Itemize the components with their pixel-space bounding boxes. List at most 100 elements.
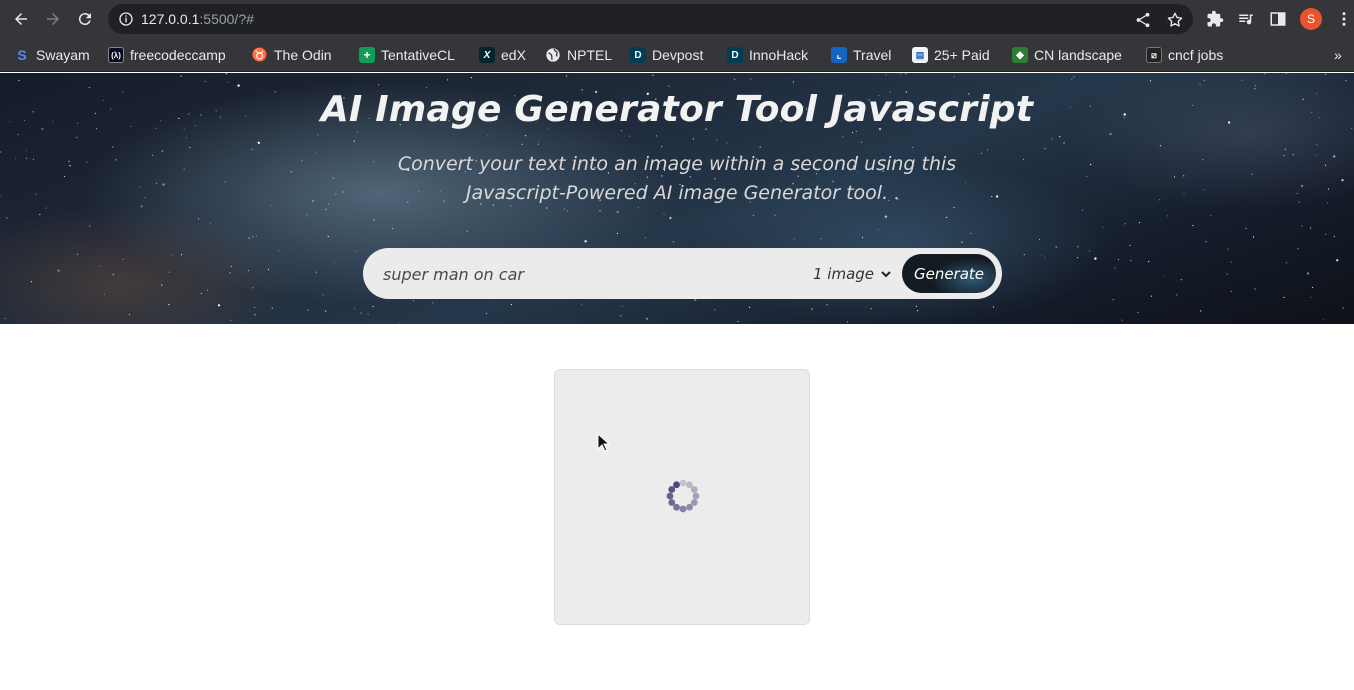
bookmark-edx[interactable]: X edX: [479, 44, 526, 66]
share-icon[interactable]: [1134, 11, 1152, 29]
bookmark-devpost[interactable]: D Devpost: [630, 44, 703, 66]
star: [1254, 85, 1256, 87]
star: [1180, 279, 1182, 281]
star: [970, 232, 972, 234]
star: [644, 237, 647, 239]
reload-button[interactable]: [72, 7, 98, 31]
star: [1283, 296, 1285, 298]
url-text[interactable]: 127.0.0.1:5500/?#: [141, 11, 254, 27]
star: [1324, 164, 1327, 166]
star: [734, 78, 736, 80]
star: [1086, 175, 1088, 177]
star: [1176, 294, 1178, 296]
star: [1333, 235, 1335, 238]
url-host: 127.0.0.1: [141, 11, 200, 27]
address-bar[interactable]: 127.0.0.1:5500/?#: [108, 4, 1193, 34]
star: [1159, 199, 1161, 201]
media-controls-button[interactable]: [1236, 9, 1256, 29]
star: [200, 292, 202, 295]
star: [1137, 311, 1139, 313]
star: [252, 236, 254, 238]
bookmark-label: TentativeCL: [381, 47, 455, 63]
star: [1192, 224, 1194, 227]
image-count-select[interactable]: 1 image: [813, 262, 892, 286]
star: [315, 271, 317, 273]
star: [112, 146, 114, 148]
bookmark-tentativecl[interactable]: + TentativeCL: [359, 44, 455, 66]
star: [616, 232, 619, 235]
star: [332, 177, 334, 179]
star: [620, 315, 622, 317]
star: [152, 154, 154, 156]
star: [224, 181, 226, 183]
bookmark-innohack[interactable]: D InnoHack: [727, 44, 808, 66]
loading-spinner-icon: [666, 479, 700, 513]
more-bookmarks-icon[interactable]: »: [1334, 47, 1342, 63]
bookmark-cncf-jobs[interactable]: ⧄ cncf jobs: [1146, 44, 1223, 66]
star: [168, 271, 170, 273]
star: [1077, 246, 1079, 248]
star: [278, 250, 280, 252]
star: [953, 76, 955, 78]
star: [378, 84, 380, 86]
bookmark-cn-landscape[interactable]: ◆ CN landscape: [1012, 44, 1122, 66]
side-panel-button[interactable]: [1268, 9, 1288, 29]
profile-avatar[interactable]: S: [1300, 8, 1322, 30]
generate-form: 1 image Generate: [363, 248, 1002, 299]
bookmark-the-odin[interactable]: ♉ The Odin: [252, 44, 332, 66]
browser-menu-button[interactable]: [1334, 9, 1354, 29]
star: [45, 207, 47, 209]
star: [524, 135, 527, 137]
star: [663, 213, 665, 215]
star: [1150, 295, 1153, 297]
star: [628, 135, 631, 137]
star: [325, 208, 327, 210]
star: [229, 272, 231, 274]
bookmark-freecodecamp[interactable]: (λ) freecodeccamp: [108, 44, 226, 66]
bookmark-label: Swayam: [36, 47, 90, 63]
bookmark-swayam[interactable]: S Swayam: [14, 44, 90, 66]
bookmark-star-icon[interactable]: [1166, 11, 1184, 29]
star: [1310, 227, 1312, 229]
star: [1322, 319, 1324, 321]
star: [367, 313, 369, 315]
star: [748, 306, 751, 308]
star: [311, 199, 315, 203]
star: [1102, 226, 1104, 228]
star: [1202, 158, 1204, 161]
star: [1315, 154, 1318, 157]
site-info-icon[interactable]: [118, 11, 134, 27]
bookmark-nptel[interactable]: NPTEL: [545, 44, 612, 66]
star: [855, 130, 857, 132]
star: [162, 183, 165, 186]
bookmark-travel[interactable]: ⌞ Travel: [831, 44, 891, 66]
star: [915, 305, 918, 307]
star: [466, 230, 468, 232]
extensions-button[interactable]: [1205, 9, 1225, 29]
star: [487, 135, 489, 137]
star: [1285, 73, 1287, 75]
star: [333, 261, 335, 263]
star: [1094, 257, 1097, 260]
back-button[interactable]: [8, 7, 34, 31]
star: [17, 134, 19, 136]
prompt-input[interactable]: [383, 261, 783, 287]
star: [15, 157, 17, 159]
browser-toolbar: 127.0.0.1:5500/?# S: [0, 0, 1354, 38]
forward-button[interactable]: [40, 7, 66, 31]
star: [1138, 222, 1141, 224]
star: [171, 255, 173, 257]
star: [432, 302, 434, 304]
back-arrow-icon: [15, 13, 27, 25]
star: [1121, 319, 1123, 321]
star: [248, 237, 250, 239]
star: [566, 75, 568, 77]
star: [237, 84, 240, 87]
star: [584, 240, 587, 243]
bookmark-25-paid[interactable]: ▤ 25+ Paid: [912, 44, 990, 66]
generate-button[interactable]: Generate: [902, 254, 996, 293]
star: [1245, 227, 1247, 229]
star: [115, 159, 117, 161]
star: [1264, 73, 1266, 75]
bookmark-label: NPTEL: [567, 47, 613, 63]
